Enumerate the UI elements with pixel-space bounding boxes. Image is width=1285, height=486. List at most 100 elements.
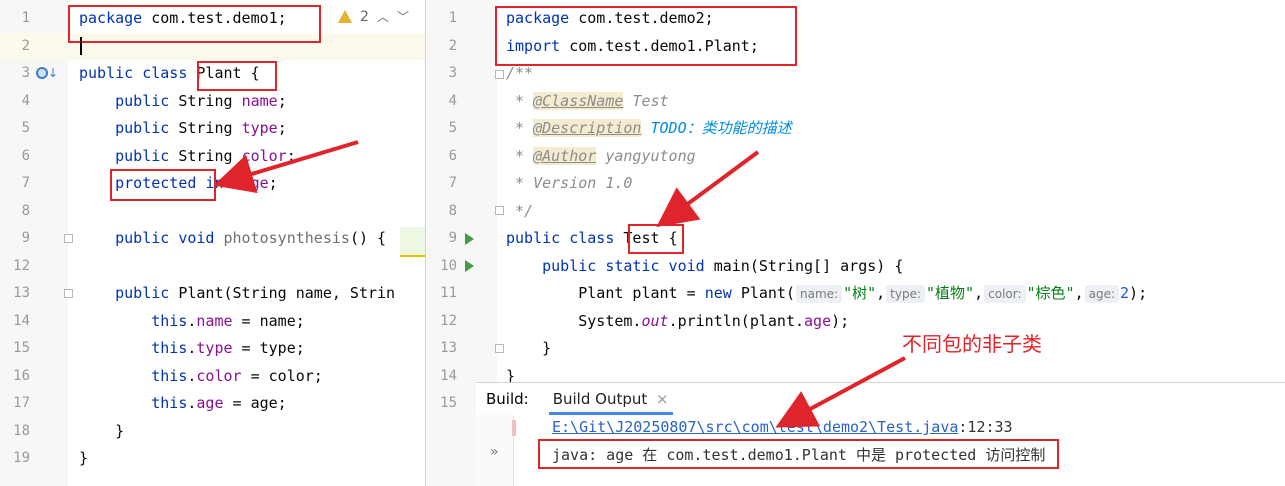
- line-number: 2: [21, 37, 30, 54]
- build-path-row[interactable]: E:\Git\J20250807\src\com\test\demo2\Test…: [552, 415, 1013, 439]
- code-token: color: [196, 366, 242, 385]
- code-token: ;: [277, 91, 287, 110]
- code-line[interactable]: 18 }: [0, 418, 425, 446]
- code-token: name: [241, 91, 278, 110]
- warnings-indicator[interactable]: 2 ︿ ﹀: [338, 8, 409, 25]
- build-output-body[interactable]: » E:\Git\J20250807\src\com\test\demo2\Te…: [476, 415, 1285, 486]
- build-error-row[interactable]: java: age 在 com.test.demo1.Plant 中是 prot…: [538, 439, 1060, 469]
- source-file-link[interactable]: E:\Git\J20250807\src\com\test\demo2\Test…: [552, 418, 958, 436]
- line-number: 15: [440, 395, 457, 411]
- code-token: age: [241, 174, 269, 192]
- close-icon[interactable]: ×: [656, 390, 669, 408]
- code-token: /**: [506, 64, 534, 82]
- run-icon[interactable]: [465, 260, 474, 272]
- code-text: public void photosynthesis() {: [79, 225, 395, 253]
- code-line[interactable]: 12: [0, 253, 425, 281]
- code-token: "植物": [926, 284, 975, 302]
- code-token: name: [196, 311, 233, 330]
- code-line[interactable]: 10 public static void main(String[] args…: [427, 253, 1285, 281]
- code-line[interactable]: 16 this.color = color;: [0, 363, 425, 391]
- code-token: photosynthesis: [223, 229, 350, 247]
- chevron-down-icon[interactable]: ﹀: [397, 8, 409, 25]
- code-line[interactable]: 4 public String name;: [0, 88, 425, 116]
- fold-marker[interactable]: [64, 234, 73, 243]
- build-tab-bar: Build: Build Output ×: [476, 383, 1285, 415]
- code-token: ,: [974, 284, 984, 302]
- code-line[interactable]: 7 * Version 1.0: [427, 170, 1285, 198]
- code-line[interactable]: 5 * @Description TODO：类功能的描述: [427, 115, 1285, 143]
- code-token: new: [704, 284, 741, 302]
- code-text: public String color;: [79, 143, 296, 171]
- code-token: Plant(: [740, 284, 795, 302]
- code-text: this.type = type;: [79, 335, 305, 363]
- build-panel[interactable]: Build: Build Output × » E:\Git\J20250807…: [476, 382, 1285, 486]
- code-line[interactable]: 6 public String color;: [0, 143, 425, 171]
- code-token: "树": [843, 284, 877, 302]
- line-number: 12: [440, 312, 457, 329]
- code-token: name:: [796, 285, 843, 303]
- text-caret: [80, 37, 82, 55]
- code-token: color:: [984, 285, 1026, 303]
- code-token: age: [196, 394, 224, 412]
- code-text: this.age = age;: [79, 390, 286, 418]
- build-label: Build:: [486, 390, 529, 408]
- build-error-message: java: age 在 com.test.demo1.Plant 中是 prot…: [552, 446, 1046, 464]
- code-token: public: [115, 91, 179, 110]
- code-token: .println(plant.: [668, 311, 805, 330]
- code-token: @Author: [533, 146, 597, 165]
- line-number: 4: [21, 92, 30, 109]
- code-token: }: [79, 421, 125, 440]
- code-line[interactable]: 14 this.name = name;: [0, 308, 425, 336]
- code-text: * @Description TODO：类功能的描述: [506, 115, 792, 143]
- run-icon[interactable]: [465, 233, 474, 245]
- code-token: age: [804, 311, 832, 330]
- line-number: 1: [448, 10, 457, 26]
- line-number: 10: [440, 257, 457, 274]
- code-token: Plant(String name, Strin: [178, 284, 396, 302]
- code-token: ,: [876, 284, 886, 302]
- code-line[interactable]: 4 * @ClassName Test: [427, 88, 1285, 116]
- code-token: main(String[] args) {: [713, 256, 904, 275]
- code-token: type:: [886, 285, 926, 303]
- code-token: public: [115, 284, 179, 302]
- code-line[interactable]: 8 */: [427, 198, 1285, 226]
- code-token: */: [506, 201, 534, 220]
- chevron-up-icon[interactable]: ︿: [377, 8, 389, 25]
- highlight-box-protected: [110, 169, 216, 201]
- code-line[interactable]: 17 this.age = age;: [0, 390, 425, 418]
- code-token: = name;: [232, 311, 305, 330]
- line-number: 8: [21, 202, 30, 219]
- code-text: }: [79, 418, 124, 446]
- warnings-count: 2: [360, 8, 369, 25]
- code-line[interactable]: 19}: [0, 445, 425, 473]
- override-gutter-icon[interactable]: [36, 67, 48, 79]
- left-editor-pane[interactable]: 1 package com.test.demo1; 2 3 public class P…: [0, 0, 426, 486]
- code-text: public static void main(String[] args) {: [506, 253, 903, 281]
- line-number: 3: [21, 65, 30, 81]
- line-number: 1: [21, 10, 30, 26]
- code-line[interactable]: 8: [0, 198, 425, 226]
- tab-build-output[interactable]: Build Output ×: [548, 384, 673, 415]
- line-number: 9: [21, 230, 30, 246]
- code-line[interactable]: 11 Plant plant = new Plant(name: "树", type…: [427, 280, 1285, 308]
- code-token: = type;: [232, 339, 305, 357]
- code-line[interactable]: 6 * @Author yangyutong: [427, 143, 1285, 171]
- line-number: 16: [13, 367, 30, 384]
- code-line[interactable]: 9 public class Test {: [427, 225, 1285, 253]
- code-text: public String name;: [79, 88, 287, 116]
- expand-icon[interactable]: »: [490, 444, 499, 460]
- fold-marker[interactable]: [495, 70, 504, 79]
- code-text: */: [506, 198, 533, 226]
- fold-marker[interactable]: [495, 206, 504, 215]
- code-token: ,: [1074, 284, 1084, 302]
- code-line[interactable]: 15 this.type = type;: [0, 335, 425, 363]
- fold-marker[interactable]: [495, 344, 504, 353]
- line-number: 17: [13, 395, 30, 411]
- fold-marker[interactable]: [64, 289, 73, 298]
- code-line[interactable]: 13 }: [427, 335, 1285, 363]
- code-text: System.out.println(plant.age);: [506, 308, 849, 336]
- code-line[interactable]: 12 System.out.println(plant.age);: [427, 308, 1285, 336]
- code-line[interactable]: 5 public String type;: [0, 115, 425, 143]
